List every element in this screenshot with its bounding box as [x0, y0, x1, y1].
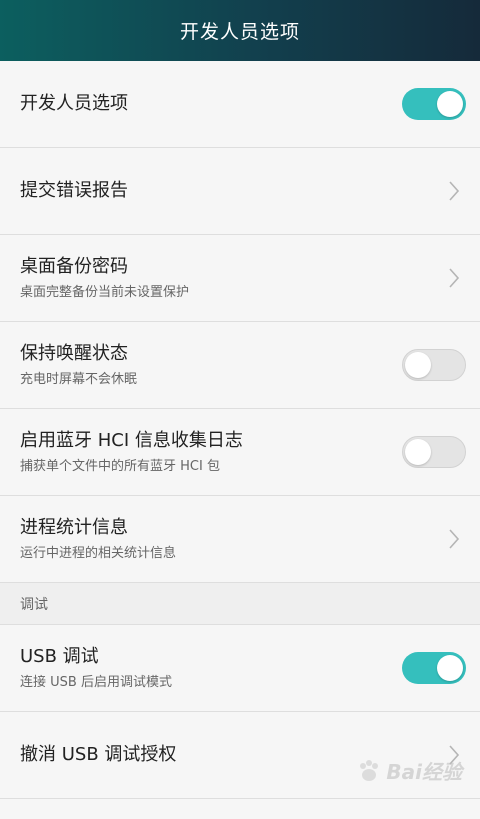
chevron-right-icon	[446, 266, 462, 290]
row-title: 保持唤醒状态	[20, 343, 128, 364]
row-title: 进程统计信息	[20, 517, 128, 538]
app-bar: 开发人员选项	[0, 0, 480, 61]
stay-awake-toggle[interactable]	[402, 349, 466, 381]
row-title: 提交错误报告	[20, 180, 128, 201]
desktop-backup-password-row[interactable]: 桌面备份密码 桌面完整备份当前未设置保护	[0, 235, 480, 322]
bug-report-row[interactable]: 提交错误报告	[0, 148, 480, 235]
row-title: 桌面备份密码	[20, 256, 128, 277]
row-title: 开发人员选项	[20, 93, 128, 114]
row-subtitle: 连接 USB 后启用调试模式	[20, 675, 172, 690]
bluetooth-hci-log-toggle[interactable]	[402, 436, 466, 468]
row-subtitle: 捕获单个文件中的所有蓝牙 HCI 包	[20, 459, 220, 474]
toggle-knob	[405, 352, 431, 378]
row-title: 启用蓝牙 HCI 信息收集日志	[20, 430, 243, 451]
bluetooth-hci-log-row[interactable]: 启用蓝牙 HCI 信息收集日志 捕获单个文件中的所有蓝牙 HCI 包	[0, 409, 480, 496]
row-subtitle: 充电时屏幕不会休眠	[20, 372, 138, 387]
section-label: 调试	[20, 596, 48, 613]
page-title: 开发人员选项	[179, 21, 300, 43]
paw-icon	[360, 759, 379, 781]
toggle-knob	[405, 439, 431, 465]
usb-debugging-toggle[interactable]	[402, 652, 466, 684]
chevron-right-icon	[446, 179, 462, 203]
row-subtitle: 运行中进程的相关统计信息	[20, 546, 177, 561]
row-subtitle: 桌面完整备份当前未设置保护	[20, 285, 190, 300]
baidu-watermark-logo: Bai经验	[356, 756, 462, 785]
row-title: USB 调试	[20, 646, 99, 667]
toggle-knob	[437, 91, 463, 117]
chevron-right-icon	[446, 527, 462, 551]
usb-debugging-row[interactable]: USB 调试 连接 USB 后启用调试模式	[0, 625, 480, 712]
process-stats-row[interactable]: 进程统计信息 运行中进程的相关统计信息	[0, 496, 480, 583]
section-header-debugging: 调试	[0, 583, 480, 625]
developer-options-toggle[interactable]	[402, 88, 466, 120]
developer-options-row[interactable]: 开发人员选项	[0, 61, 480, 148]
toggle-knob	[437, 655, 463, 681]
stay-awake-row[interactable]: 保持唤醒状态 充电时屏幕不会休眠	[0, 322, 480, 409]
settings-list: 开发人员选项 提交错误报告 桌面备份密码 桌面完整备份当前未设置保护 保持唤醒状…	[0, 61, 480, 799]
